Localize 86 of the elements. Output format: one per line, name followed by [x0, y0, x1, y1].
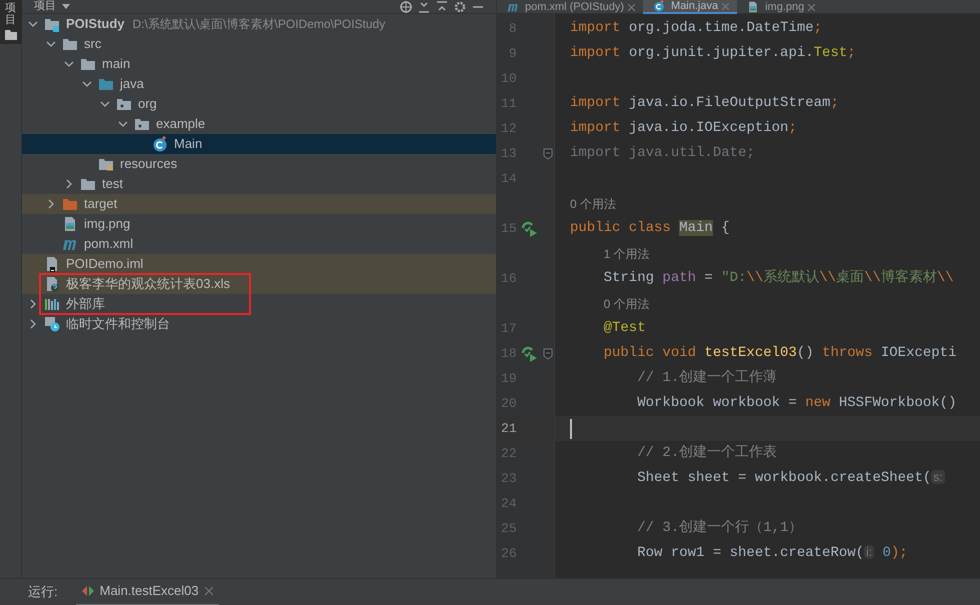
code-line: // 1.创建一个工作薄 [636, 368, 778, 388]
folder-icon [62, 196, 78, 212]
dropdown-caret-icon[interactable] [62, 4, 70, 9]
folder-icon [80, 176, 96, 192]
editor-tab[interactable]: img.png [737, 0, 824, 14]
locate-icon[interactable] [400, 0, 412, 12]
project-folder-icon [44, 16, 60, 32]
class-icon [653, 0, 666, 12]
code-line: // 2.创建一个工作表 [636, 444, 778, 463]
tree-item[interactable]: POIStudy D:\系统默认\桌面\博客素材\POIDemo\POIStudy [22, 14, 496, 34]
chevron-down-icon[interactable] [100, 99, 110, 109]
code-line: import org.joda.time.DateTime; [570, 19, 822, 38]
resources-folder-icon [98, 156, 114, 172]
chevron-right-icon[interactable] [64, 179, 74, 189]
scratch-file-icon [44, 316, 60, 332]
code-line: Workbook workbook = new HSSFWorkbook() [636, 394, 956, 413]
close-icon[interactable] [628, 4, 636, 10]
close-icon[interactable] [808, 4, 816, 10]
tree-item[interactable]: POIDemo.iml [22, 254, 496, 274]
folder-icon [62, 36, 78, 52]
tree-item[interactable]: 临时文件和控制台 [22, 314, 496, 334]
maven-icon [507, 1, 519, 13]
expand-icon[interactable] [436, 0, 448, 12]
folder-icon [98, 76, 114, 92]
code-line: import java.util.Date; [570, 144, 755, 163]
code-line: public void testExcel03() throws IOExcepti [602, 344, 956, 363]
folder-icon [4, 30, 16, 40]
code-line: import org.junit.jupiter.api.Test; [570, 44, 856, 63]
chevron-right-icon[interactable] [28, 299, 38, 309]
line-number: 21 [500, 420, 517, 438]
folder-icon [80, 56, 96, 72]
chevron-down-icon[interactable] [82, 79, 92, 89]
tree-item[interactable]: 极客李华的观众统计表03.xls [22, 274, 496, 294]
chevron-down-icon[interactable] [28, 19, 38, 29]
chevron-right-icon[interactable] [28, 319, 38, 329]
image-file-icon [62, 216, 78, 232]
panel-title[interactable]: 项目 [34, 1, 56, 12]
test-run-icon [82, 585, 94, 597]
tree-item[interactable]: test [22, 174, 496, 194]
unknown-file-icon [44, 276, 60, 292]
tree-item[interactable]: Main [22, 134, 496, 154]
run-icon[interactable] [521, 220, 538, 236]
tree-item[interactable]: org [22, 94, 496, 114]
class-icon [152, 136, 168, 152]
tree-item[interactable]: pom.xml [22, 234, 496, 254]
tree-item[interactable]: img.png [22, 214, 496, 234]
tree-item[interactable]: java [22, 74, 496, 94]
editor-tab[interactable]: Main.java [643, 0, 738, 14]
code-line: String path = "D:\\系统默认\\桌面\\博客素材\\ [602, 268, 954, 288]
chevron-right-icon[interactable] [46, 199, 56, 209]
library-bars-icon [44, 296, 60, 312]
package-folder-icon [134, 116, 150, 132]
code-line: // 3.创建一个行（1,1） [636, 518, 802, 538]
tree-item[interactable]: resources [22, 154, 496, 174]
run-label: 运行: [28, 583, 58, 602]
code-line: @Test [602, 319, 646, 338]
usage-hint[interactable]: 1 个用法 [604, 244, 650, 262]
code-line: import java.io.FileOutputStream; [570, 94, 839, 113]
project-tool-button[interactable]: 项目 [0, 0, 22, 44]
package-folder-icon [116, 96, 132, 112]
tree-item[interactable]: example [22, 114, 496, 134]
tree-item[interactable]: target [22, 194, 496, 214]
usage-hint[interactable]: 0 个用法 [604, 294, 650, 312]
tree-item[interactable]: 外部库 [22, 294, 496, 314]
text-caret [570, 418, 572, 438]
editor-tab[interactable]: pom.xml (POIStudy) [497, 0, 644, 14]
chevron-down-icon[interactable] [46, 39, 56, 49]
collapse-icon[interactable] [418, 0, 430, 12]
chevron-down-icon[interactable] [118, 119, 128, 129]
fold-icon[interactable] [543, 148, 554, 160]
tree-item[interactable]: src [22, 34, 496, 54]
tree-item[interactable]: main [22, 54, 496, 74]
code-line: public class Main { [570, 219, 730, 238]
image-file-icon [747, 1, 760, 13]
file-icon [44, 256, 60, 272]
close-icon[interactable] [204, 587, 213, 595]
code-line: Row row1 = sheet.createRow(i: 0); [636, 544, 908, 563]
usage-hint[interactable]: 0 个用法 [570, 194, 616, 212]
chevron-down-icon[interactable] [64, 59, 74, 69]
code-line: import java.io.IOException; [570, 119, 797, 138]
settings-icon[interactable] [454, 0, 466, 12]
project-path: D:\系统默认\桌面\博客素材\POIDemo\POIStudy [132, 16, 386, 33]
run-icon[interactable] [521, 346, 538, 362]
code-line: Sheet sheet = workbook.createSheet(s: [636, 469, 945, 488]
fold-icon[interactable] [543, 348, 554, 360]
run-tab[interactable]: Main.testExcel03 [76, 578, 219, 605]
